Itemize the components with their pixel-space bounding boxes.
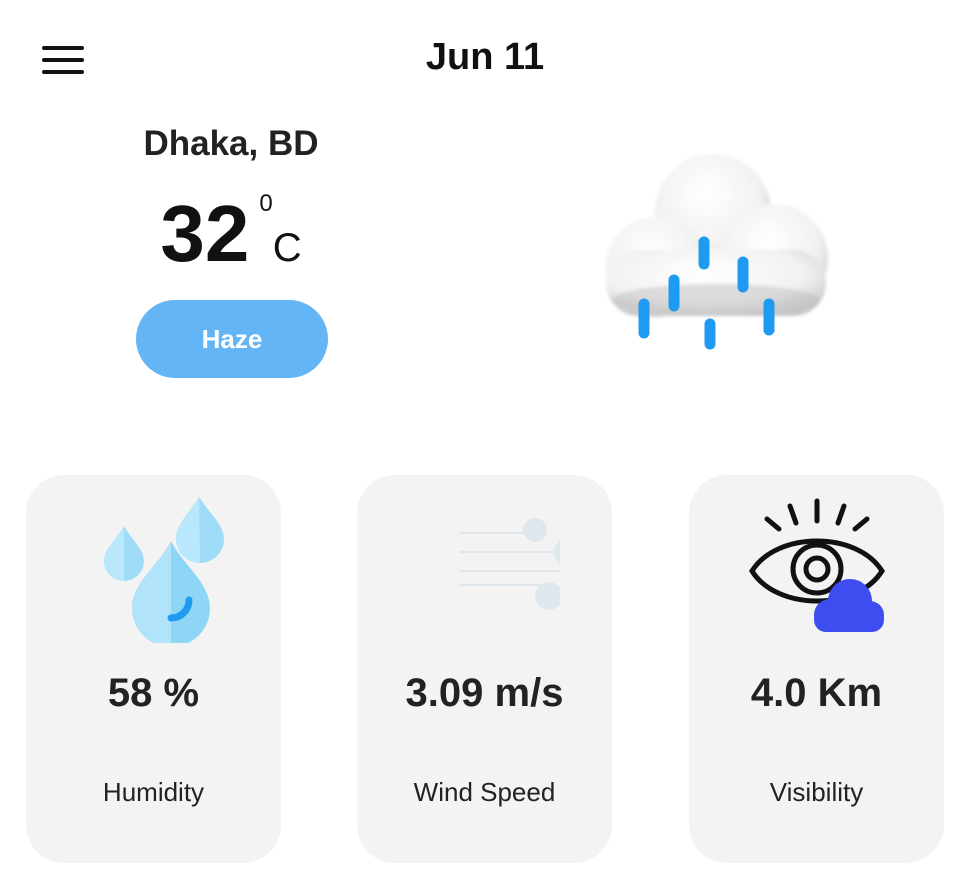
visibility-card: 4.0 Km Visibility bbox=[689, 475, 944, 863]
temperature-display: 32 0C bbox=[90, 188, 372, 280]
visibility-label: Visibility bbox=[769, 777, 864, 807]
eye-cloud-icon bbox=[748, 498, 885, 632]
wind-speed-value: 3.09 m/s bbox=[405, 671, 564, 715]
wind-speed-label: Wind Speed bbox=[413, 777, 556, 807]
temperature-unit: 0C bbox=[259, 190, 302, 270]
visibility-value: 4.0 Km bbox=[750, 671, 883, 715]
water-drops-icon bbox=[103, 497, 224, 643]
humidity-label: Humidity bbox=[102, 777, 205, 807]
city-name: Dhaka, BD bbox=[143, 124, 319, 163]
rain-cloud-icon bbox=[606, 154, 828, 350]
temperature-value: 32 bbox=[160, 189, 250, 278]
condition-button[interactable]: Haze bbox=[136, 300, 328, 378]
humidity-value: 58 % bbox=[107, 671, 200, 715]
humidity-card: 58 % Humidity bbox=[26, 475, 281, 863]
wind-icon bbox=[458, 518, 560, 610]
wind-speed-card: 3.09 m/s Wind Speed bbox=[357, 475, 612, 863]
date-title: Jun 11 bbox=[425, 36, 545, 78]
